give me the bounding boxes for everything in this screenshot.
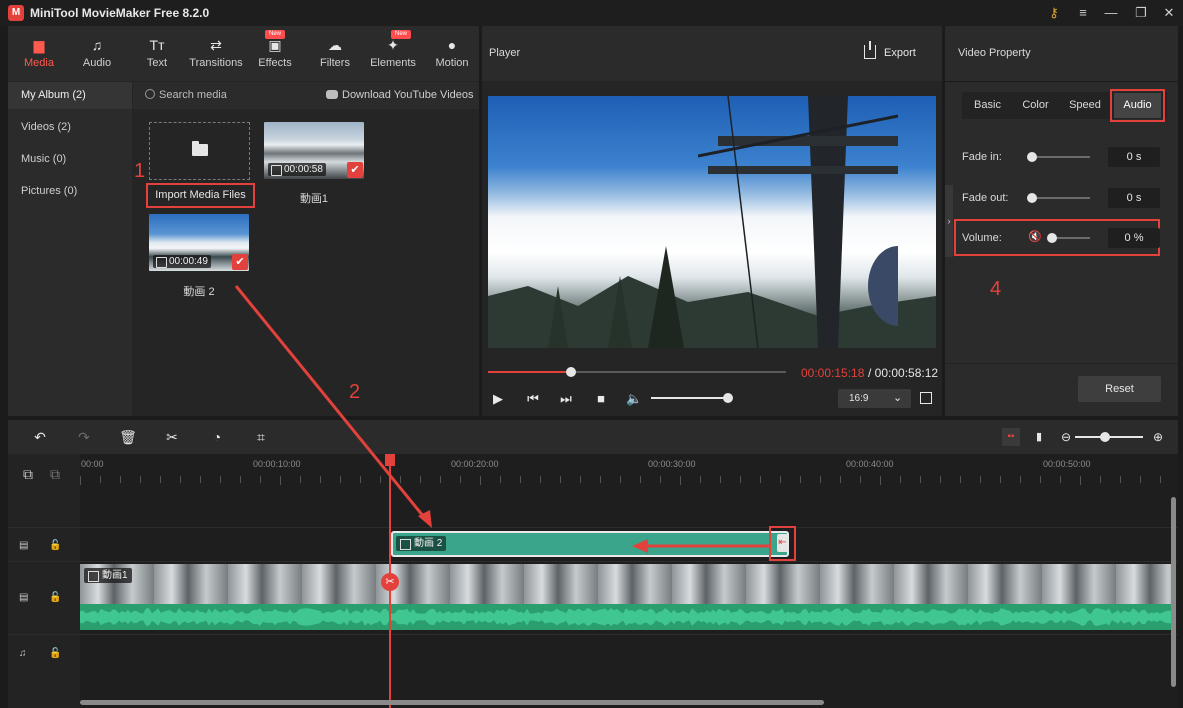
scissors-icon[interactable]: ✂ <box>381 573 399 591</box>
horizontal-scrollbar[interactable] <box>80 700 824 705</box>
vertical-scrollbar[interactable] <box>1171 497 1176 687</box>
annotation-arrows <box>234 285 770 553</box>
